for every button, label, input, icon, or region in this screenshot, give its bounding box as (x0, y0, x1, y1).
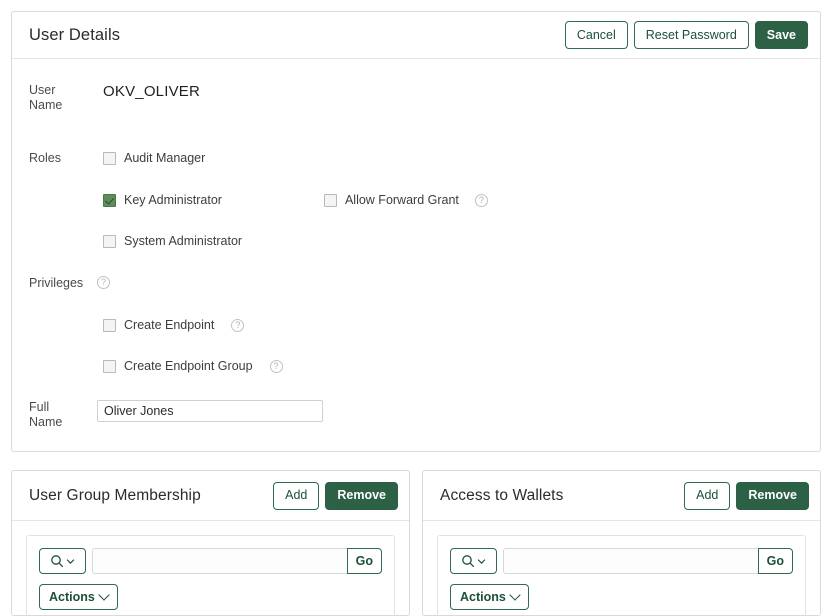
user-group-membership-title: User Group Membership (29, 486, 201, 504)
full-name-row: Full Name (12, 400, 820, 430)
user-name-value: OKV_OLIVER (103, 83, 201, 100)
roles-row-system-administrator: System Administrator (12, 234, 820, 248)
checkbox-create-endpoint-group[interactable]: Create Endpoint Group ? (103, 359, 283, 373)
user-group-search-column-selector[interactable] (39, 548, 86, 574)
user-group-membership-body: Go Actions (12, 521, 409, 616)
checkbox-allow-forward-grant[interactable]: Allow Forward Grant ? (323, 193, 488, 207)
magnifier-icon (50, 554, 64, 568)
checkbox-box-audit-manager[interactable] (103, 151, 116, 165)
access-to-wallets-title: Access to Wallets (440, 486, 564, 504)
checkbox-system-administrator[interactable]: System Administrator (103, 234, 242, 248)
help-icon-create-endpoint[interactable]: ? (231, 318, 245, 332)
roles-label: Roles (29, 151, 61, 165)
roles-row-audit-manager: Roles Audit Manager (12, 151, 820, 166)
privileges-row-create-endpoint: Create Endpoint ? (12, 318, 820, 332)
user-details-body: User Name OKV_OLIVER Roles Audit Manager (12, 59, 820, 430)
access-to-wallets-panel: Access to Wallets Add Remove Go Actions (422, 470, 821, 616)
user-group-search-input[interactable] (92, 548, 347, 574)
wallets-actions-label: Actions (460, 590, 506, 604)
privileges-label: Privileges (29, 276, 84, 290)
checkbox-box-create-endpoint[interactable] (103, 318, 116, 332)
checkbox-key-administrator[interactable]: Key Administrator (103, 193, 222, 207)
help-icon-create-endpoint-group[interactable]: ? (269, 359, 283, 373)
chevron-down-icon (477, 557, 486, 566)
wallets-actions-button[interactable]: Actions (450, 584, 529, 610)
wallets-remove-button[interactable]: Remove (736, 481, 809, 510)
access-to-wallets-actions: Add Remove (684, 481, 809, 510)
user-details-header: User Details Cancel Reset Password Save (12, 12, 820, 59)
reset-password-button[interactable]: Reset Password (633, 21, 749, 49)
save-button[interactable]: Save (754, 21, 808, 49)
checkbox-create-endpoint[interactable]: Create Endpoint ? (103, 318, 245, 332)
user-group-go-button[interactable]: Go (346, 548, 382, 574)
roles-row-key-administrator: Key Administrator Allow Forward Grant ? (12, 193, 820, 207)
wallets-search-column-selector[interactable] (450, 548, 497, 574)
chevron-down-icon (66, 557, 75, 566)
user-details-page: User Details Cancel Reset Password Save … (0, 0, 832, 616)
checkbox-box-create-endpoint-group[interactable] (103, 359, 116, 373)
help-icon-allow-forward-grant[interactable]: ? (474, 193, 488, 207)
page-title: User Details (29, 25, 121, 44)
user-group-remove-button[interactable]: Remove (325, 481, 398, 510)
user-group-actions-button[interactable]: Actions (39, 584, 118, 610)
checkbox-label-create-endpoint: Create Endpoint (124, 318, 215, 332)
user-group-actions-label: Actions (49, 590, 95, 604)
privileges-row: Privileges ? (12, 276, 820, 291)
user-name-row: User Name OKV_OLIVER (12, 83, 820, 113)
user-group-membership-header: User Group Membership Add Remove (12, 471, 409, 521)
full-name-input[interactable] (97, 400, 323, 422)
user-details-header-actions: Cancel Reset Password Save (564, 21, 808, 49)
checkbox-label-create-endpoint-group: Create Endpoint Group (124, 359, 253, 373)
checkbox-box-system-administrator[interactable] (103, 234, 116, 248)
checkbox-audit-manager[interactable]: Audit Manager (103, 151, 205, 165)
checkbox-label-system-administrator: System Administrator (124, 234, 243, 248)
user-group-membership-panel: User Group Membership Add Remove Go Acti… (11, 470, 410, 616)
checkbox-box-allow-forward-grant[interactable] (323, 193, 337, 207)
user-group-search-row: Go (39, 548, 382, 574)
wallets-go-button[interactable]: Go (757, 548, 793, 574)
wallets-search-row: Go (450, 548, 793, 574)
wallets-add-button[interactable]: Add (684, 481, 731, 510)
access-to-wallets-header: Access to Wallets Add Remove (423, 471, 820, 521)
user-name-label: User Name (29, 83, 63, 112)
wallets-search-input[interactable] (503, 548, 758, 574)
checkbox-label-allow-forward-grant: Allow Forward Grant (344, 193, 459, 207)
cancel-button[interactable]: Cancel (564, 21, 628, 49)
access-to-wallets-body: Go Actions (423, 521, 820, 616)
chevron-down-icon (509, 589, 521, 601)
checkbox-label-key-administrator: Key Administrator (124, 193, 222, 207)
checkbox-label-audit-manager: Audit Manager (124, 151, 206, 165)
user-details-card: User Details Cancel Reset Password Save … (11, 11, 821, 452)
full-name-label: Full Name (29, 400, 63, 429)
user-group-report-region: Go Actions (26, 535, 395, 616)
privileges-row-create-endpoint-group: Create Endpoint Group ? (12, 359, 820, 373)
wallets-report-region: Go Actions (437, 535, 806, 616)
help-icon-privileges[interactable]: ? (97, 276, 110, 289)
magnifier-icon (461, 554, 475, 568)
chevron-down-icon (98, 589, 110, 601)
user-group-add-button[interactable]: Add (273, 481, 320, 510)
user-group-membership-actions: Add Remove (273, 481, 398, 510)
checkbox-box-key-administrator[interactable] (103, 193, 116, 207)
